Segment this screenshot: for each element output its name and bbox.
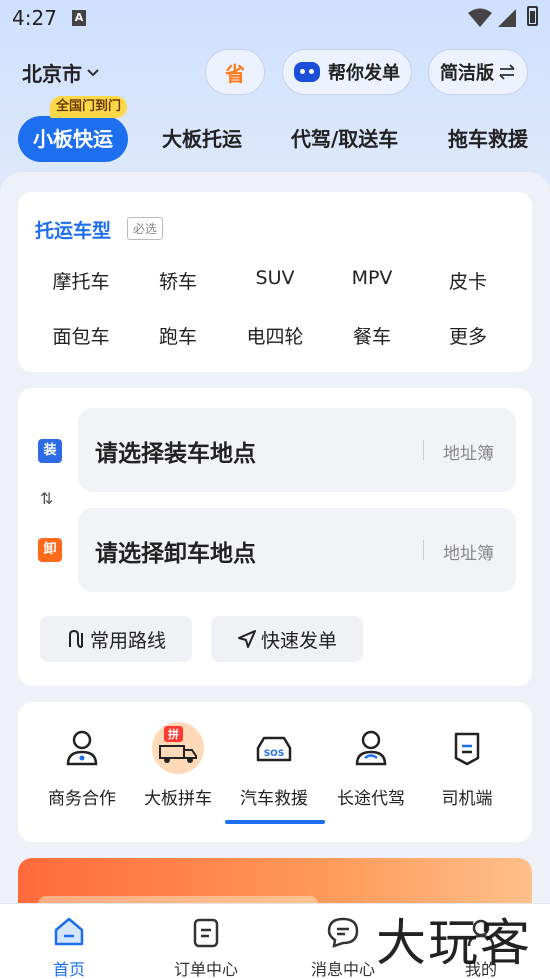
nav-label: 首页 (52, 960, 85, 979)
service-label: 商务合作 (48, 789, 116, 809)
vehicle-type-option[interactable]: 摩托车 (33, 267, 129, 294)
service-label: 长途代驾 (337, 789, 405, 809)
status-bar: 4:27 A (0, 0, 550, 36)
required-badge: 必选 (127, 217, 164, 240)
service-business[interactable]: 商务合作 (34, 722, 130, 809)
tab-large-truck[interactable]: 大板托运 (162, 116, 242, 162)
help-order-label: 帮你发单 (328, 63, 400, 84)
vehicle-type-option[interactable]: 餐车 (324, 322, 420, 349)
address-card: 装 请选择装车地点 地址簿 ⇅ 卸 请选择卸车地点 地址簿 常用路线 快速发单 (18, 388, 532, 686)
tab-small-truck[interactable]: 小板快运 (18, 116, 128, 162)
service-label: 汽车救援 (240, 789, 308, 809)
chevron-down-icon (87, 68, 99, 76)
vehicle-type-option[interactable]: 皮卡 (420, 267, 516, 294)
unload-address-book-link[interactable]: 地址簿 (443, 539, 494, 564)
service-label: 司机端 (441, 789, 493, 809)
vehicle-type-option[interactable]: 轿车 (130, 267, 226, 294)
driver-app-icon (441, 722, 493, 774)
order-list-icon (193, 918, 219, 948)
nav-label: 订单中心 (173, 960, 238, 979)
city-label: 北京市 (22, 62, 82, 86)
vehicle-type-more[interactable]: 更多 (420, 322, 516, 349)
divider (423, 440, 424, 460)
vehicle-type-option[interactable]: MPV (324, 267, 420, 289)
quick-order-button[interactable]: 快速发单 (211, 616, 363, 662)
service-label: 大板拼车 (144, 789, 212, 809)
vehicle-type-option[interactable]: 跑车 (130, 322, 226, 349)
door-to-door-tag: 全国门到门 (50, 96, 128, 118)
service-car-rescue[interactable]: SOS 汽车救援 (226, 722, 322, 809)
scroll-indicator (225, 820, 325, 824)
simple-mode-label: 简洁版 (440, 63, 494, 84)
simple-mode-button[interactable]: 简洁版 (428, 49, 528, 95)
vehicle-type-option[interactable]: SUV (227, 267, 323, 289)
service-driver-app[interactable]: 司机端 (419, 722, 515, 809)
svg-text:SOS: SOS (264, 749, 285, 759)
nav-orders[interactable]: 订单中心 (156, 916, 256, 979)
save-label: 省 (225, 61, 245, 86)
signal-icon (498, 9, 516, 27)
switch-arrows-icon (499, 64, 515, 80)
service-long-distance-driver[interactable]: 长途代驾 (323, 722, 419, 809)
quick-order-label: 快速发单 (260, 629, 337, 652)
robot-icon (294, 62, 320, 82)
car-sos-icon: SOS (248, 722, 300, 774)
battery-icon (527, 6, 538, 26)
message-icon (327, 917, 359, 948)
divider (423, 540, 424, 560)
tab-tow-rescue[interactable]: 拖车救援 (448, 116, 528, 162)
unload-badge: 卸 (38, 538, 62, 562)
business-person-icon (56, 722, 108, 774)
nav-home[interactable]: 首页 (19, 916, 119, 979)
home-icon (54, 917, 84, 946)
swap-address-icon[interactable]: ⇅ (40, 489, 53, 508)
send-arrow-icon (237, 630, 256, 648)
tab-valet-driving[interactable]: 代驾/取送车 (291, 116, 398, 162)
notification-a-icon: A (72, 10, 86, 26)
service-carpool[interactable]: 拼 大板拼车 (130, 722, 226, 809)
load-address-book-link[interactable]: 地址簿 (443, 439, 494, 464)
vehicle-type-option[interactable]: 电四轮 (227, 322, 323, 349)
load-badge: 装 (38, 439, 62, 463)
unload-address-placeholder: 请选择卸车地点 (95, 541, 256, 567)
watermark-text: 大玩客 (376, 914, 532, 972)
truck-carpool-icon: 拼 (152, 722, 204, 774)
driver-person-icon (345, 722, 397, 774)
city-selector[interactable]: 北京市 (22, 58, 100, 87)
load-address-field[interactable]: 请选择装车地点 地址簿 (78, 408, 516, 492)
common-route-label: 常用路线 (89, 629, 166, 652)
services-card: 商务合作 拼 大板拼车 SOS 汽车救援 长途代驾 司机端 (18, 702, 532, 842)
route-icon (68, 629, 83, 648)
common-route-button[interactable]: 常用路线 (40, 616, 192, 662)
save-money-button[interactable]: 省 (205, 49, 265, 95)
load-address-placeholder: 请选择装车地点 (95, 441, 256, 467)
vehicle-type-card: 托运车型 必选 摩托车 轿车 SUV MPV 皮卡 面包车 跑车 电四轮 餐车 … (18, 192, 532, 372)
status-time: 4:27 (12, 6, 57, 30)
wifi-icon (468, 8, 492, 27)
service-tabs: 小板快运 大板托运 代驾/取送车 拖车救援 (0, 116, 550, 162)
unload-address-field[interactable]: 请选择卸车地点 地址簿 (78, 508, 516, 592)
vehicle-type-option[interactable]: 面包车 (33, 322, 129, 349)
help-order-button[interactable]: 帮你发单 (282, 49, 412, 95)
vehicle-type-title: 托运车型 (35, 220, 112, 242)
